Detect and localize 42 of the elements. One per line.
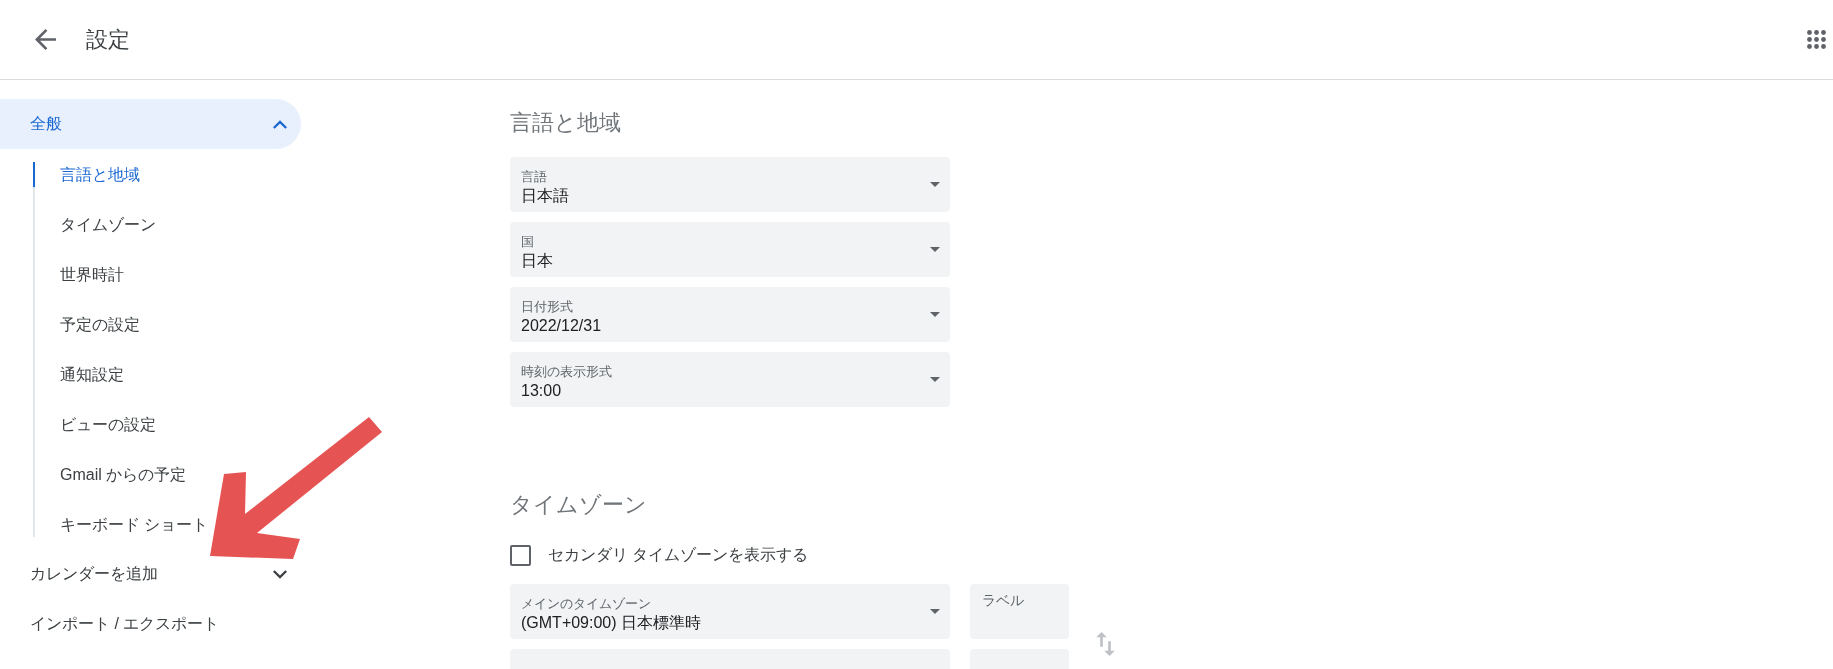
field-value: 日本 [521, 251, 553, 271]
sidebar-item[interactable]: 全般 [0, 99, 301, 149]
sidebar-subitem[interactable]: 言語と地域 [33, 162, 140, 187]
dropdown-field[interactable]: 日付形式 2022/12/31 [510, 287, 950, 342]
page-title: 設定 [86, 26, 130, 54]
section-heading: タイムゾーン [510, 491, 647, 519]
field-label: メインのタイムゾーン [521, 596, 651, 612]
dropdown-caret-icon [930, 312, 940, 317]
label-field[interactable]: ラベル [970, 584, 1069, 639]
checkbox[interactable] [510, 544, 531, 566]
field-label: 時刻の表示形式 [521, 364, 612, 380]
section-heading: 言語と地域 [510, 109, 621, 137]
dropdown-caret-icon [930, 377, 940, 382]
checkbox-label: セカンダリ タイムゾーンを表示する [548, 545, 809, 565]
sidebar-item[interactable]: インポート / エクスポート [0, 599, 301, 649]
sidebar-subitem[interactable]: ビューの設定 [33, 412, 156, 437]
sidebar-subitem[interactable]: 通知設定 [33, 362, 124, 387]
swap-vertical-icon [1096, 632, 1115, 656]
back-button[interactable] [35, 29, 56, 50]
sidebar-subitem[interactable]: タイムゾーン [33, 212, 156, 237]
field-value: 13:00 [521, 381, 562, 401]
apps-grid-icon [1807, 30, 1826, 49]
field-label: 日付形式 [521, 299, 573, 315]
sidebar-subitem[interactable]: キーボード ショート [33, 512, 209, 537]
dropdown-field[interactable]: 国 日本 [510, 222, 950, 277]
field-label: 言語 [521, 169, 547, 185]
dropdown-field[interactable]: 時刻の表示形式 13:00 [510, 352, 950, 407]
back-arrow-icon [35, 29, 56, 50]
apps-button[interactable] [1807, 30, 1826, 49]
dropdown-caret-icon [930, 182, 940, 187]
field-value: 2022/12/31 [521, 316, 602, 336]
dropdown-field[interactable]: メインのタイムゾーン (GMT+09:00) 日本標準時 [510, 584, 950, 639]
sidebar-subitem[interactable]: 世界時計 [33, 262, 124, 287]
sidebar-subitem[interactable]: 予定の設定 [33, 312, 140, 337]
dropdown-field[interactable]: 言語 日本語 [510, 157, 950, 212]
dropdown-caret-icon [930, 609, 940, 614]
field-value: 日本語 [521, 186, 569, 206]
field-value: (GMT+09:00) 日本標準時 [521, 613, 702, 633]
field-label: 国 [521, 234, 534, 250]
dropdown-caret-icon [930, 247, 940, 252]
sidebar-item[interactable]: カレンダーを追加 [0, 549, 301, 599]
sidebar-subitem[interactable]: Gmail からの予定 [33, 462, 187, 487]
